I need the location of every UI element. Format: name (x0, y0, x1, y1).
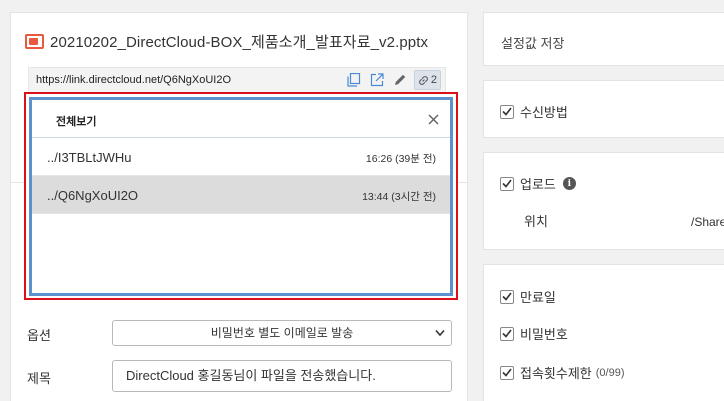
link-list-item-selected[interactable]: ../Q6NgXoUI2O 13:44 (3시간 전) (32, 176, 450, 214)
link-tools: 2 (341, 70, 441, 90)
popup-header: 전체보기 (32, 100, 450, 138)
popup-title: 전체보기 (56, 116, 97, 128)
subject-row: 제목 DirectCloud 홍길동님이 파일을 전송했습니다. (11, 360, 469, 392)
close-icon[interactable] (422, 108, 444, 130)
password-checkbox[interactable] (500, 326, 514, 341)
link-created-time: 13:44 (3시간 전) (362, 191, 436, 203)
option-label: 옵션 (27, 328, 51, 343)
share-link-bar: https://link.directcloud.net/Q6NgXoUI2O … (28, 67, 446, 93)
expiry-checkbox[interactable] (500, 289, 514, 304)
share-count-value: 2 (430, 74, 437, 86)
edit-pencil-icon[interactable] (390, 70, 410, 90)
location-value: /Share (691, 215, 724, 229)
upload-checkbox[interactable] (500, 176, 514, 191)
link-list-item[interactable]: ../I3TBLtJWHu 16:26 (39분 전) (32, 138, 450, 176)
access-limit-row: 접속횟수제한 (0/99) (500, 363, 625, 382)
upload-label: 업로드 (520, 177, 556, 192)
subject-label: 제목 (27, 371, 51, 386)
option-select[interactable]: 비밀번호 별도 이메일로 발송 (112, 320, 452, 346)
options-card: 만료일 비밀번호 접속횟수제한 (0/99) (483, 264, 724, 401)
access-limit-count: (0/99) (595, 366, 625, 379)
subject-input[interactable]: DirectCloud 홍길동님이 파일을 전송했습니다. (112, 360, 452, 392)
chevron-down-icon (435, 329, 445, 337)
receive-method-checkbox[interactable] (500, 104, 514, 119)
link-created-time: 16:26 (39분 전) (365, 153, 436, 165)
open-external-icon[interactable] (367, 70, 387, 90)
share-count-button[interactable]: 2 (413, 70, 441, 90)
location-label: 위치 (524, 214, 548, 229)
file-title-row: 20210202_DirectCloud-BOX_제품소개_발표자료_v2.pp… (25, 31, 428, 52)
link-icon (419, 75, 428, 85)
copy-icon[interactable] (344, 70, 364, 90)
option-select-value: 비밀번호 별도 이메일로 발송 (210, 326, 354, 340)
expiry-row: 만료일 (500, 287, 556, 306)
upload-row: 업로드 i (500, 174, 576, 193)
file-name: 20210202_DirectCloud-BOX_제품소개_발표자료_v2.pp… (50, 34, 429, 51)
upload-card: 업로드 i 위치 /Share (483, 152, 724, 250)
access-limit-checkbox[interactable] (500, 365, 514, 380)
save-settings-label: 설정값 저장 (501, 36, 565, 51)
save-settings-card[interactable]: 설정값 저장 (483, 12, 724, 66)
receive-method-card: 수신방법 (483, 80, 724, 138)
link-short-url: ../Q6NgXoUI2O (47, 188, 139, 203)
option-row: 옵션 비밀번호 별도 이메일로 발송 (11, 317, 469, 349)
info-icon[interactable]: i (562, 177, 576, 190)
access-limit-label: 접속횟수제한 (520, 366, 592, 381)
password-label: 비밀번호 (520, 327, 568, 342)
share-link-url[interactable]: https://link.directcloud.net/Q6NgXoUI2O (36, 74, 231, 86)
expiry-label: 만료일 (520, 290, 556, 305)
link-history-popup: 전체보기 ../I3TBLtJWHu 16:26 (39분 전) ../Q6Ng… (29, 97, 453, 296)
link-history-highlight: 전체보기 ../I3TBLtJWHu 16:26 (39분 전) ../Q6Ng… (24, 92, 458, 300)
receive-method-label: 수신방법 (520, 105, 568, 120)
pptx-file-icon (25, 34, 44, 49)
password-row: 비밀번호 (500, 324, 568, 343)
subject-input-value: DirectCloud 홍길동님이 파일을 전송했습니다. (126, 368, 376, 383)
receive-method-row: 수신방법 (500, 102, 568, 121)
link-short-url: ../I3TBLtJWHu (47, 150, 132, 165)
